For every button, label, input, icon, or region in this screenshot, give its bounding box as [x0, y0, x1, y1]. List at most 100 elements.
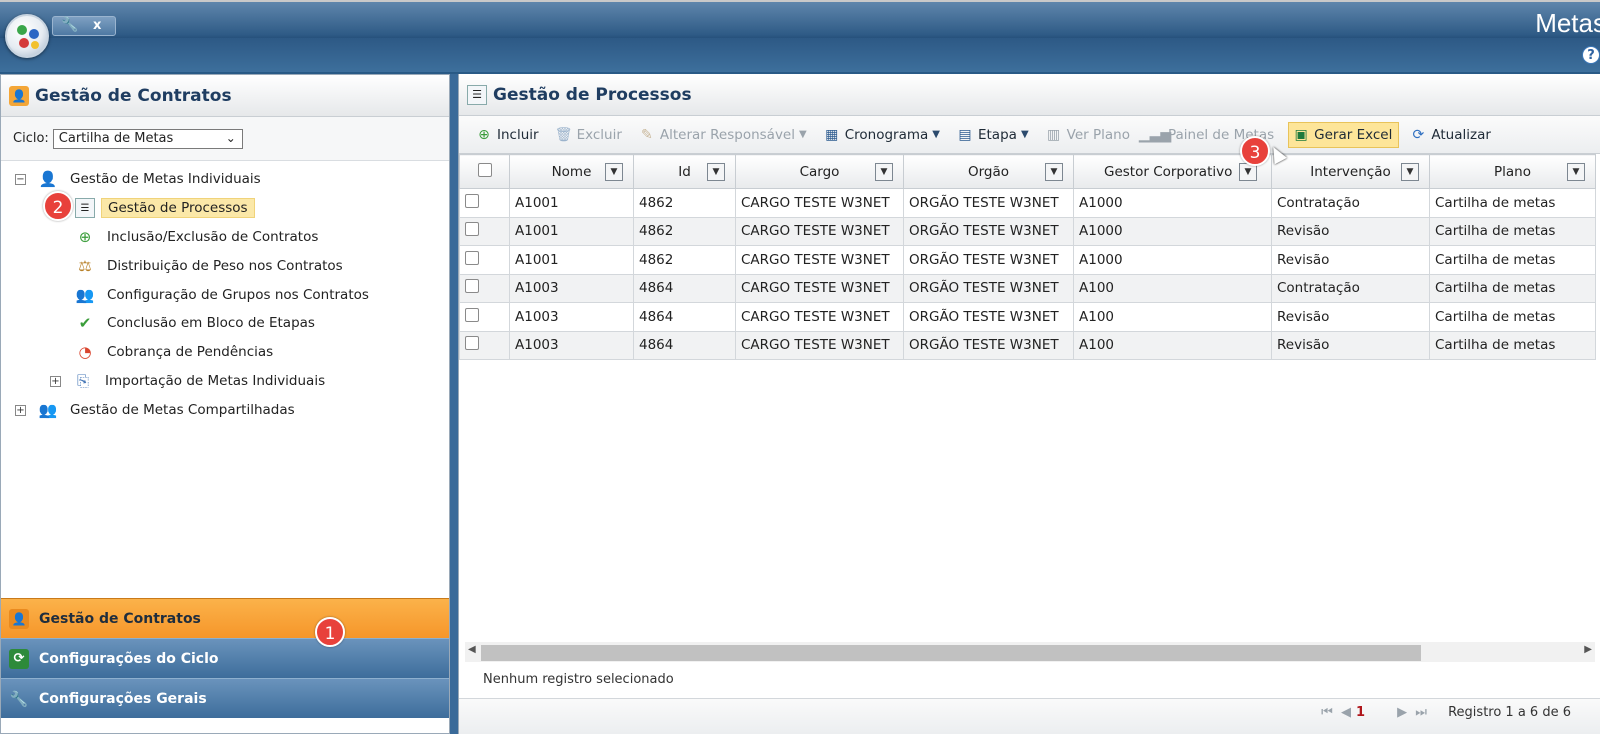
tree-item-label: Gestão de Metas Compartilhadas — [70, 402, 295, 418]
tree-item-distribuicao-peso[interactable]: ⚖ Distribuição de Peso nos Contratos — [75, 253, 342, 279]
left-panel: 👤 Gestão de Contratos Ciclo: Cartilha de… — [0, 74, 450, 734]
calendar-icon: ▦ — [825, 126, 839, 143]
select-all-checkbox[interactable] — [477, 162, 492, 177]
contracts-icon: 👤 — [9, 608, 29, 629]
tree-item-cobranca-pendencias[interactable]: ◔ Cobrança de Pendências — [75, 339, 273, 365]
filter-dropdown-icon[interactable]: ▼ — [1567, 163, 1585, 181]
cell-intervencao: Contratação — [1271, 273, 1430, 303]
filter-dropdown-icon[interactable]: ▼ — [1401, 163, 1419, 181]
row-select-cell — [459, 330, 510, 360]
collapse-icon[interactable]: − — [15, 173, 26, 185]
pager-first-prev-icons[interactable]: ⏮ ◀ — [1321, 705, 1353, 720]
row-checkbox[interactable] — [465, 222, 479, 237]
etapa-button[interactable]: ▤ Etapa ▼ — [954, 122, 1031, 148]
pager-next-last-icons[interactable]: ▶ ⏭ — [1397, 705, 1429, 720]
expand-icon[interactable]: + — [50, 375, 61, 387]
cell-plano: Cartilha de metas — [1429, 302, 1596, 332]
stages-icon: ▤ — [958, 126, 972, 143]
group-icon: 👥 — [75, 286, 95, 304]
row-select-cell — [459, 188, 510, 218]
clock-alert-icon: ◔ — [78, 343, 92, 361]
filter-dropdown-icon[interactable]: ▼ — [875, 163, 893, 181]
cell-orgao: ORGÃO TESTE W3NET — [903, 273, 1074, 303]
user-edit-icon: ✎ — [641, 126, 653, 143]
expand-icon[interactable]: + — [15, 404, 26, 416]
table-row[interactable]: A1001 4862 CARGO TESTE W3NET ORGÃO TESTE… — [459, 245, 1596, 275]
app-header: 🔧 x Metas ? — [0, 0, 1600, 74]
table-row[interactable]: A1003 4864 CARGO TESTE W3NET ORGÃO TESTE… — [459, 273, 1596, 303]
dropdown-caret-icon: ▼ — [1020, 129, 1029, 140]
logo-dot-green — [17, 25, 27, 35]
atualizar-label: Atualizar — [1431, 126, 1491, 143]
scroll-right-icon[interactable]: ▶ — [1584, 644, 1592, 655]
cell-nome: A1001 — [509, 216, 634, 246]
scroll-left-icon[interactable]: ◀ — [468, 644, 476, 655]
left-panel-title: Gestão de Contratos — [35, 85, 232, 106]
row-checkbox[interactable] — [465, 336, 479, 351]
cycle-select[interactable]: Cartilha de Metas ⌄ — [52, 128, 243, 149]
filter-dropdown-icon[interactable]: ▼ — [1045, 163, 1063, 181]
scrollbar-thumb[interactable] — [481, 645, 1421, 661]
table-row[interactable]: A1003 4864 CARGO TESTE W3NET ORGÃO TESTE… — [459, 330, 1596, 360]
group-icon: 👥 — [38, 401, 58, 419]
column-header-plano[interactable]: Plano ▼ — [1429, 154, 1596, 189]
accordion-configuracoes-gerais[interactable]: 🔧 Configurações Gerais — [1, 678, 449, 718]
tree-item-metas-compartilhadas[interactable]: + 👥 Gestão de Metas Compartilhadas — [15, 397, 295, 423]
cronograma-button[interactable]: ▦ Cronograma ▼ — [821, 122, 942, 148]
column-header-cargo[interactable]: Cargo ▼ — [735, 154, 904, 189]
row-checkbox[interactable] — [465, 279, 479, 294]
tree-item-importacao-metas[interactable]: + ⎘ Importação de Metas Individuais — [50, 368, 325, 394]
row-checkbox[interactable] — [465, 307, 479, 322]
gerar-excel-button[interactable]: ▣ Gerar Excel — [1288, 121, 1400, 148]
cell-id: 4862 — [633, 216, 736, 246]
incluir-button[interactable]: ⊕ Incluir — [473, 122, 541, 148]
tree-item-metas-individuais[interactable]: − 👤 Gestão de Metas Individuais — [15, 166, 261, 192]
row-select-cell — [459, 302, 510, 332]
cell-intervencao: Revisão — [1271, 330, 1430, 360]
scale-icon: ⚖ — [78, 257, 92, 275]
current-page[interactable]: 1 — [1356, 705, 1365, 720]
cell-orgao: ORGÃO TESTE W3NET — [903, 302, 1074, 332]
column-header-label: Nome — [551, 163, 592, 180]
row-select-cell — [459, 273, 510, 303]
tree-item-configuracao-grupos[interactable]: 👥 Configuração de Grupos nos Contratos — [75, 282, 369, 308]
help-icon[interactable]: ? — [1582, 46, 1600, 64]
atualizar-button[interactable]: ⟳ Atualizar — [1407, 122, 1493, 148]
app-logo-icon[interactable] — [5, 14, 49, 58]
tree-item-conclusao-bloco[interactable]: ✔ Conclusão em Bloco de Etapas — [75, 310, 315, 336]
select-all-header — [459, 154, 510, 189]
excluir-button[interactable]: 🗑 Excluir — [553, 122, 624, 148]
dropdown-caret-icon: ▼ — [799, 129, 807, 140]
column-header-label: Orgão — [967, 163, 1010, 180]
column-header-orgao[interactable]: Orgão ▼ — [903, 154, 1074, 189]
cell-orgao: ORGÃO TESTE W3NET — [903, 330, 1074, 360]
cell-intervencao: Revisão — [1271, 302, 1430, 332]
close-icon[interactable]: x — [93, 18, 101, 33]
accordion-label: Configurações Gerais — [39, 690, 207, 707]
column-header-intervencao[interactable]: Intervenção ▼ — [1271, 154, 1430, 189]
row-checkbox[interactable] — [465, 250, 479, 265]
accordion-gestao-contratos[interactable]: 👤 Gestão de Contratos — [1, 598, 449, 638]
row-checkbox[interactable] — [465, 193, 479, 208]
wrench-icon[interactable]: 🔧 — [61, 17, 78, 33]
ver-plano-button[interactable]: ▥ Ver Plano — [1043, 122, 1132, 148]
cell-cargo: CARGO TESTE W3NET — [735, 330, 904, 360]
table-row[interactable]: A1001 4862 CARGO TESTE W3NET ORGÃO TESTE… — [459, 188, 1596, 218]
alterar-responsavel-button[interactable]: ✎ Alterar Responsável ▼ — [636, 122, 809, 148]
add-circle-icon: ⊕ — [478, 126, 490, 143]
header-band — [0, 38, 1600, 72]
filter-dropdown-icon[interactable]: ▼ — [605, 163, 623, 181]
tree-item-gestao-processos[interactable]: ☰ Gestão de Processos — [75, 195, 255, 221]
accordion-configuracoes-ciclo[interactable]: ⟳ Configurações do Ciclo — [1, 638, 449, 678]
column-header-id[interactable]: Id ▼ — [633, 154, 736, 189]
table-row[interactable]: A1001 4862 CARGO TESTE W3NET ORGÃO TESTE… — [459, 216, 1596, 246]
incluir-label: Incluir — [497, 126, 539, 143]
filter-dropdown-icon[interactable]: ▼ — [707, 163, 725, 181]
tree-item-inclusao-exclusao[interactable]: ⊕ Inclusão/Exclusão de Contratos — [75, 224, 319, 250]
pager-info: Registro 1 a 6 de 6 — [1448, 705, 1571, 720]
table-row[interactable]: A1003 4864 CARGO TESTE W3NET ORGÃO TESTE… — [459, 302, 1596, 332]
panel-splitter[interactable] — [450, 74, 458, 734]
column-header-nome[interactable]: Nome ▼ — [509, 154, 634, 189]
tree-item-label: Configuração de Grupos nos Contratos — [107, 287, 369, 303]
horizontal-scrollbar[interactable]: ◀ ▶ — [465, 642, 1595, 662]
